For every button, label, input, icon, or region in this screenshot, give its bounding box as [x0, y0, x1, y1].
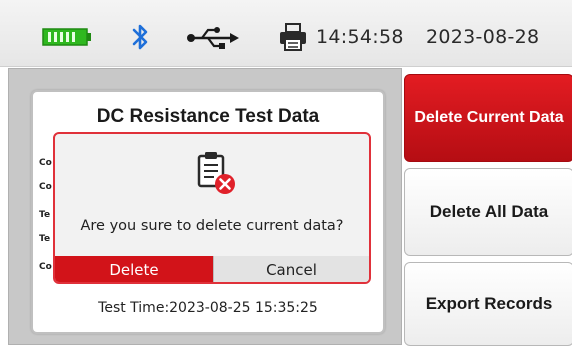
- test-time: Test Time:2023-08-25 15:35:25: [98, 300, 318, 316]
- data-row-label: Co: [39, 182, 52, 192]
- printer-icon: [280, 23, 306, 51]
- delete-all-data-label: Delete All Data: [429, 202, 549, 221]
- status-bar: 14:54:58 2023-08-28: [0, 0, 572, 67]
- delete-current-data-label: Delete Current Data: [414, 109, 564, 126]
- dialog-message: Are you sure to delete current data?: [80, 218, 344, 234]
- delete-all-data-button[interactable]: Delete All Data: [404, 168, 572, 256]
- cancel-button[interactable]: Cancel: [213, 256, 369, 282]
- data-row-label: Te: [39, 210, 51, 220]
- clock-date: 2023-08-28: [426, 26, 540, 48]
- delete-document-icon: [197, 152, 235, 194]
- export-records-label: Export Records: [425, 294, 553, 313]
- delete-current-data-button[interactable]: Delete Current Data: [404, 74, 572, 162]
- delete-button[interactable]: Delete: [55, 256, 213, 282]
- battery-icon: [42, 28, 91, 46]
- panel-title: DC Resistance Test Data: [96, 106, 320, 127]
- export-records-button[interactable]: Export Records: [404, 262, 572, 346]
- usb-icon: [187, 27, 239, 49]
- data-row-label: Co: [39, 158, 52, 168]
- clock-time: 14:54:58: [316, 26, 404, 48]
- delete-confirm-dialog: Are you sure to delete current data? Del…: [53, 132, 371, 284]
- bluetooth-icon: [132, 24, 148, 50]
- data-row-label: Te: [39, 234, 51, 244]
- data-row-label: Co: [39, 262, 52, 272]
